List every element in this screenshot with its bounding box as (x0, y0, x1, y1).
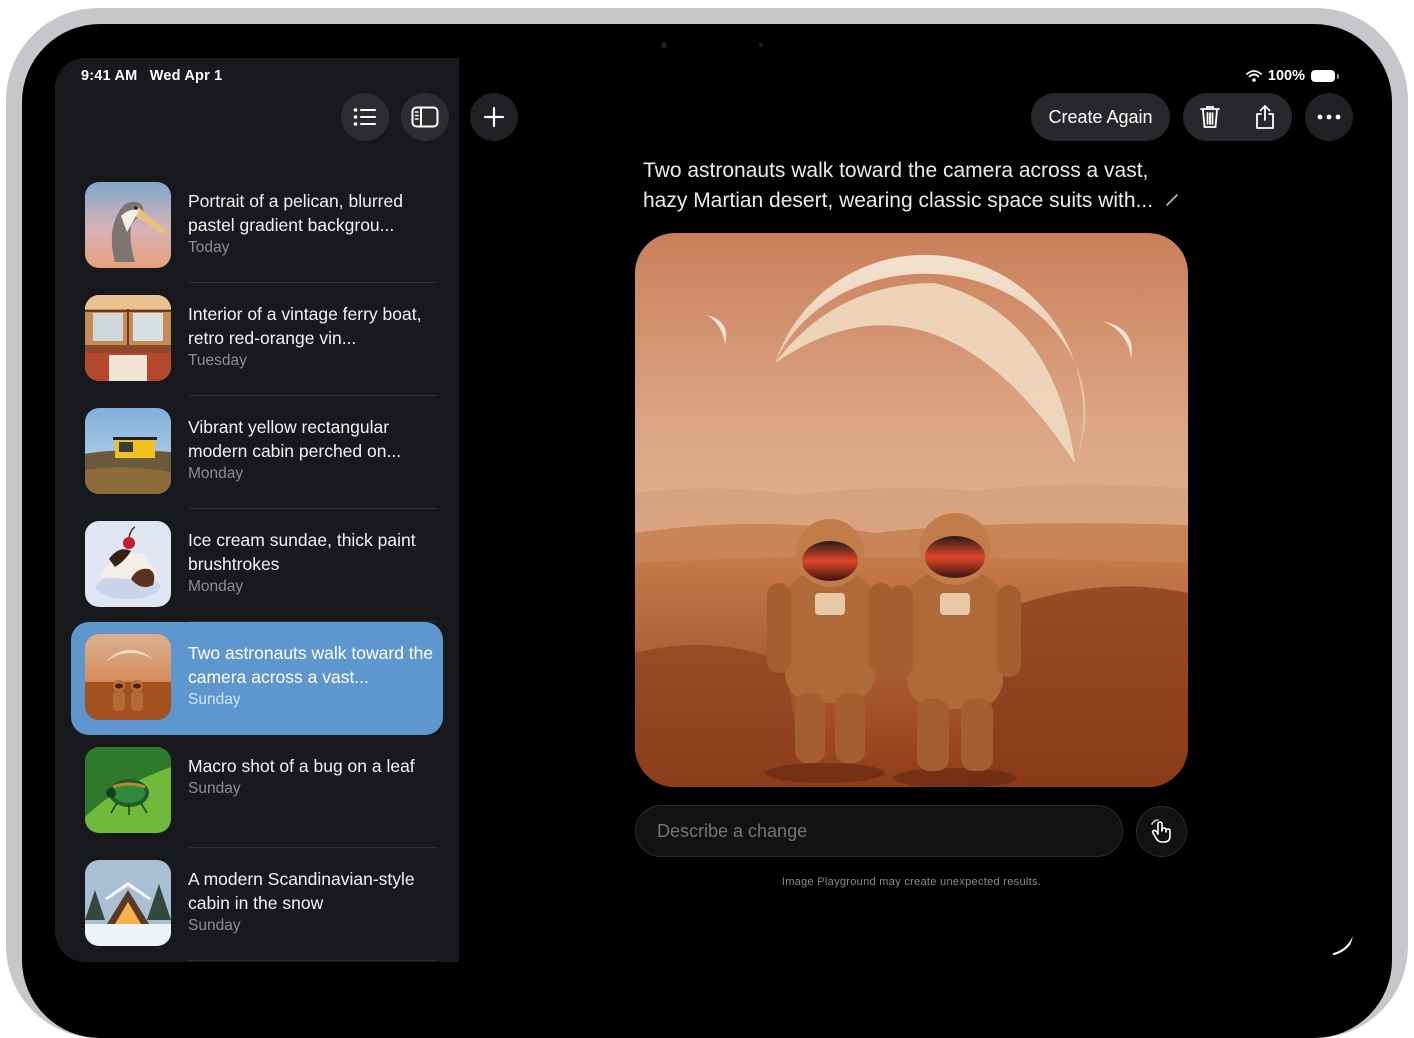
ellipsis-icon (1317, 114, 1341, 120)
list-item-selected[interactable]: Two astronauts walk toward the camera ac… (71, 622, 443, 735)
thumbnail-pelican (85, 182, 171, 268)
item-title: Portrait of a pelican, blurred pastel gr… (188, 191, 403, 235)
plus-icon (483, 106, 505, 128)
item-date: Monday (188, 465, 244, 482)
item-title: Vibrant yellow rectangular modern cabin … (188, 417, 402, 461)
creation-list: Portrait of a pelican, blurred pastel gr… (71, 170, 443, 961)
generated-image-astronauts[interactable] (635, 233, 1188, 787)
delete-share-group (1183, 93, 1292, 141)
thumbnail-astronauts (85, 634, 171, 720)
thumbnail-bug (85, 747, 171, 833)
item-date: Monday (188, 578, 244, 595)
sidebar-toggle-icon (411, 106, 439, 128)
item-title: Macro shot of a bug on a leaf (188, 756, 415, 776)
list-view-button[interactable] (341, 93, 389, 141)
item-date: Sunday (188, 691, 241, 708)
item-date: Sunday (188, 917, 241, 934)
item-date: Sunday (188, 780, 241, 797)
list-item[interactable]: Portrait of a pelican, blurred pastel gr… (71, 170, 443, 283)
list-bullet-icon (353, 108, 376, 126)
status-time-date: 9:41 AM Wed Apr 1 (81, 68, 230, 84)
thumbnail-snow-cabin (85, 860, 171, 946)
list-item[interactable]: Interior of a vintage ferry boat, retro … (71, 283, 443, 396)
share-icon[interactable] (1254, 104, 1276, 130)
wifi-icon (1246, 70, 1262, 82)
item-date: Today (188, 239, 230, 256)
status-date: Wed Apr 1 (149, 68, 223, 84)
new-image-button[interactable] (470, 93, 518, 141)
screen: 9:41 AM Wed Apr 1 Portrait of a pelican,… (55, 58, 1353, 962)
prompt-label: Two astronauts walk toward the camera ac… (643, 159, 1154, 212)
list-item[interactable]: A modern Scandinavian-style cabin in the… (71, 848, 443, 961)
item-title: Two astronauts walk toward the camera ac… (188, 643, 434, 687)
status-right: 100% (1246, 68, 1339, 84)
disclaimer-text: Image Playground may create unexpected r… (781, 876, 1042, 888)
style-picker-button[interactable] (1136, 806, 1187, 857)
thumbnail-sundae (85, 521, 171, 607)
divider (188, 960, 437, 961)
sensor-dot (759, 43, 763, 47)
thumbnail-ferry-interior (85, 295, 171, 381)
camera-dot (661, 42, 667, 48)
item-title: A modern Scandinavian-style cabin in the… (188, 869, 415, 913)
hand-pointer-icon (1150, 818, 1171, 843)
list-item[interactable]: Ice cream sundae, thick paint brushtroke… (71, 509, 443, 622)
trash-icon[interactable] (1199, 105, 1220, 129)
pencil-tip-indicator-icon (1332, 935, 1353, 956)
item-date: Tuesday (188, 352, 247, 369)
create-again-button[interactable]: Create Again (1031, 93, 1170, 141)
sidebar: 9:41 AM Wed Apr 1 Portrait of a pelican,… (55, 58, 459, 962)
thumbnail-yellow-cabin (85, 408, 171, 494)
edit-pencil-icon[interactable] (1165, 193, 1179, 207)
list-item[interactable]: Vibrant yellow rectangular modern cabin … (71, 396, 443, 509)
status-time: 9:41 AM (81, 68, 138, 84)
item-title: Ice cream sundae, thick paint brushtroke… (188, 530, 416, 574)
item-title: Interior of a vintage ferry boat, retro … (188, 304, 422, 348)
describe-change-input[interactable] (635, 805, 1123, 857)
battery-percent: 100% (1267, 68, 1305, 84)
sidebar-toggle-button[interactable] (401, 93, 449, 141)
more-button[interactable] (1305, 93, 1353, 141)
prompt-text[interactable]: Two astronauts walk toward the camera ac… (643, 156, 1183, 216)
battery-icon (1311, 70, 1339, 82)
list-item[interactable]: Macro shot of a bug on a leaf Sunday (71, 735, 443, 848)
